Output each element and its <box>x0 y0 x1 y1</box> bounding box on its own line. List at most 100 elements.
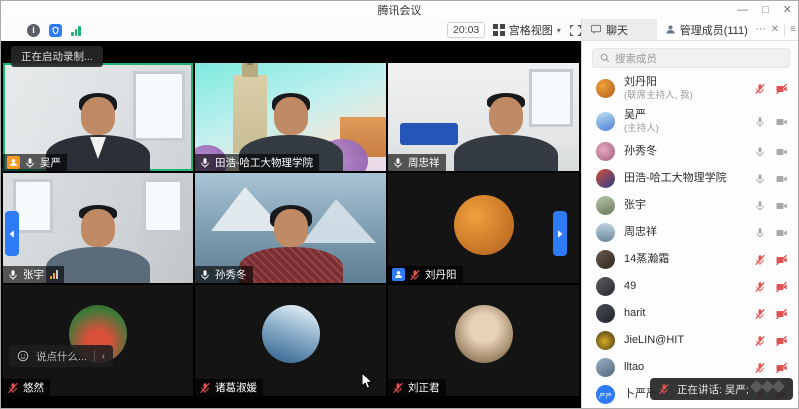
divider <box>94 350 95 362</box>
camera-icon[interactable] <box>775 200 788 212</box>
camera-icon[interactable] <box>775 116 788 128</box>
tab-extra-controls: ⋯ ✕ ≡ <box>756 19 799 40</box>
participant-name: 张宇 <box>23 267 44 282</box>
avatar <box>454 195 514 255</box>
recording-toast-text: 正在启动录制... <box>21 49 93 64</box>
security-shield-icon[interactable] <box>49 24 62 37</box>
member-name: 49 <box>624 280 754 294</box>
speaking-toast-text: 正在讲话: 吴严; <box>677 382 749 397</box>
tile-name-tag: 张宇 <box>3 266 64 283</box>
member-row[interactable]: harit <box>582 300 799 327</box>
participant-name: 刘正君 <box>408 380 440 395</box>
member-row[interactable]: 吴严 (主持人) <box>582 105 799 138</box>
close-button[interactable]: ✕ <box>783 1 792 19</box>
mic-icon <box>24 157 36 169</box>
collapse-icon[interactable]: ‹ <box>102 351 105 362</box>
camera-muted-icon[interactable] <box>775 335 788 347</box>
member-row[interactable]: 孙秀冬 <box>582 138 799 165</box>
member-row[interactable]: 14蒸瀚霜 <box>582 246 799 273</box>
mic-muted-icon <box>392 382 404 394</box>
member-role: (主持人) <box>624 123 754 134</box>
camera-muted-icon[interactable] <box>775 254 788 266</box>
chat-bubble-icon <box>590 24 602 35</box>
mic-icon[interactable] <box>754 146 766 158</box>
next-page-button[interactable] <box>553 211 567 256</box>
mic-muted-icon[interactable] <box>754 362 766 374</box>
mic-muted-icon <box>199 382 211 394</box>
mic-muted-icon[interactable] <box>754 254 766 266</box>
participant-name: 吴严 <box>40 155 61 170</box>
close-panel-icon[interactable]: ✕ <box>771 24 779 35</box>
maximize-button[interactable]: □ <box>762 1 769 19</box>
member-row[interactable]: 周忠祥 <box>582 219 799 246</box>
avatar <box>596 331 615 350</box>
members-panel: 搜索成员 刘丹阳 (联席主持人, 我) 吴严 (主持人) <box>581 41 799 409</box>
mic-muted-icon[interactable] <box>754 308 766 320</box>
tab-chat-label: 聊天 <box>606 22 628 38</box>
panel-tab-bar: 聊天 管理成员(111) ⋯ ✕ ≡ <box>581 19 799 41</box>
tab-chat[interactable]: 聊天 <box>582 19 657 40</box>
quick-chat-input[interactable]: 说点什么... ‹ <box>9 345 113 367</box>
mic-icon[interactable] <box>754 200 766 212</box>
minimize-button[interactable]: — <box>737 1 748 19</box>
mic-muted-icon[interactable] <box>754 281 766 293</box>
member-row[interactable]: 刘丹阳 (联席主持人, 我) <box>582 72 799 105</box>
member-row[interactable]: JieLIN@HIT <box>582 327 799 354</box>
participant-name: 刘丹阳 <box>425 267 457 282</box>
mic-icon[interactable] <box>754 173 766 185</box>
member-list: 刘丹阳 (联席主持人, 我) 吴严 (主持人) <box>582 70 799 409</box>
camera-muted-icon[interactable] <box>775 362 788 374</box>
video-tile-sunxiudong[interactable]: 孙秀冬 <box>195 173 386 283</box>
video-tile-wuyan[interactable]: 吴严 <box>3 63 193 171</box>
member-search-input[interactable]: 搜索成员 <box>592 48 790 68</box>
panel-menu-icon[interactable]: ≡ <box>790 24 796 35</box>
window-controls: — □ ✕ <box>737 1 792 19</box>
camera-icon[interactable] <box>775 227 788 239</box>
avatar <box>596 112 615 131</box>
info-icon[interactable]: i <box>27 24 40 37</box>
fullscreen-button[interactable] <box>569 24 582 37</box>
tile-name-tag: 刘正君 <box>388 379 446 396</box>
avatar <box>596 196 615 215</box>
camera-muted-icon[interactable] <box>775 308 788 320</box>
member-row[interactable]: 张宇 <box>582 192 799 219</box>
avatar <box>596 277 615 296</box>
previous-page-button[interactable] <box>5 211 19 256</box>
mic-muted-icon[interactable] <box>754 83 766 95</box>
member-name: 田浩-哈工大物理学院 <box>624 172 754 186</box>
mic-icon[interactable] <box>754 227 766 239</box>
video-tile-zhugeshuyuan[interactable]: 诸葛淑媛 <box>195 285 386 396</box>
tile-name-tag: 悠然 <box>3 379 50 396</box>
stage-controls: 20:03 宫格视图 ▾ <box>447 19 603 41</box>
member-row[interactable]: lltao <box>582 354 799 381</box>
video-tile-tianhao[interactable]: 田浩-哈工大物理学院 <box>195 63 386 171</box>
avatar <box>596 358 615 377</box>
network-signal-icon[interactable] <box>71 25 81 36</box>
video-tile-liuzhengjun[interactable]: 刘正君 <box>388 285 579 396</box>
grid-view-button[interactable]: 宫格视图 ▾ <box>493 22 561 38</box>
window-title: 腾讯会议 <box>378 2 422 18</box>
camera-icon[interactable] <box>775 173 788 185</box>
camera-muted-icon[interactable] <box>775 83 788 95</box>
member-row[interactable]: 田浩-哈工大物理学院 <box>582 165 799 192</box>
participant-name: 孙秀冬 <box>215 267 247 282</box>
tab-manage-members[interactable]: 管理成员(111) <box>657 19 756 40</box>
member-row[interactable]: 49 <box>582 273 799 300</box>
video-tile-liudanyang[interactable]: 刘丹阳 <box>388 173 579 283</box>
mic-muted-icon <box>658 383 670 395</box>
camera-icon[interactable] <box>775 146 788 158</box>
video-tile-youran[interactable]: 悠然 <box>3 285 193 396</box>
participant-name: 田浩-哈工大物理学院 <box>215 155 313 170</box>
video-tile-zhouzhongxiang[interactable]: 周忠祥 <box>388 63 579 171</box>
tile-name-tag: 孙秀冬 <box>195 266 253 283</box>
video-tile-zhangyu[interactable]: 张宇 <box>3 173 193 283</box>
mic-icon[interactable] <box>754 116 766 128</box>
more-options-icon[interactable]: ⋯ <box>756 24 766 35</box>
mic-muted-icon <box>409 269 421 281</box>
mic-muted-icon[interactable] <box>754 335 766 347</box>
participant-name: 诸葛淑媛 <box>215 380 257 395</box>
avatar <box>596 304 615 323</box>
emoji-icon[interactable] <box>17 350 29 362</box>
camera-muted-icon[interactable] <box>775 281 788 293</box>
member-name: JieLIN@HIT <box>624 334 754 348</box>
